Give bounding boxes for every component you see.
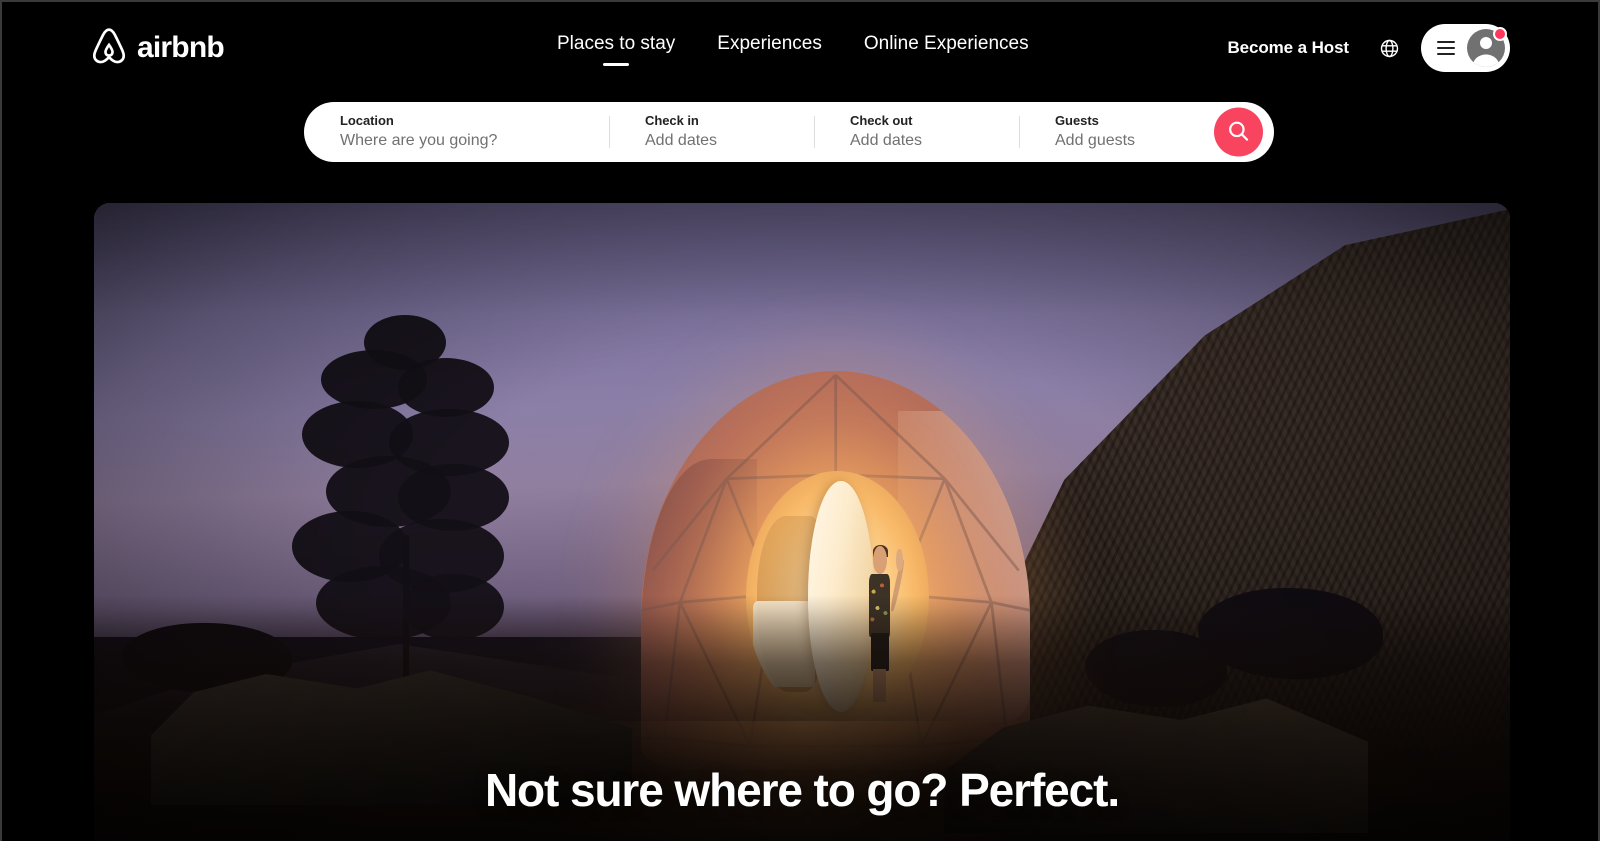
check-in-label: Check in — [645, 113, 699, 128]
airbnb-homepage: Not sure where to go? Perfect. I’m flexi… — [0, 0, 1600, 841]
search-input-location[interactable] — [340, 131, 596, 151]
user-menu-button[interactable] — [1421, 24, 1510, 72]
hero-content: Not sure where to go? Perfect. I’m flexi… — [94, 763, 1510, 841]
airbnb-bellhop-icon — [90, 27, 128, 67]
search-button[interactable] — [1214, 107, 1263, 157]
guests-label: Guests — [1055, 113, 1099, 128]
site-header: airbnb Places to stay Experiences Online… — [2, 2, 1598, 94]
hero-image: Not sure where to go? Perfect. I’m flexi… — [94, 203, 1510, 841]
nav-item-places-to-stay[interactable]: Places to stay — [557, 32, 675, 66]
avatar[interactable] — [1467, 27, 1507, 67]
hamburger-menu-icon[interactable] — [1437, 41, 1455, 55]
hero-title: Not sure where to go? Perfect. — [484, 764, 1120, 816]
notification-badge — [1493, 27, 1507, 41]
header-actions: Become a Host — [1227, 24, 1510, 72]
search-input-check-in[interactable] — [645, 131, 806, 151]
become-a-host-link[interactable]: Become a Host — [1227, 38, 1349, 58]
nav-item-experiences[interactable]: Experiences — [717, 32, 822, 66]
search-input-guests[interactable] — [1055, 131, 1211, 151]
search-field-check-in[interactable]: Check in — [609, 102, 814, 162]
search-field-check-out[interactable]: Check out — [814, 102, 1019, 162]
search-bar: Location Check in Check out Guests — [304, 102, 1274, 162]
hero-scene — [94, 203, 1510, 841]
logo-wordmark: airbnb — [137, 31, 225, 64]
nav-item-online-experiences[interactable]: Online Experiences — [864, 32, 1029, 66]
primary-nav: Places to stay Experiences Online Experi… — [557, 32, 1029, 66]
search-field-guests[interactable]: Guests — [1019, 102, 1219, 162]
airbnb-logo[interactable]: airbnb — [90, 27, 225, 67]
location-label: Location — [340, 113, 394, 128]
check-out-label: Check out — [850, 113, 913, 128]
globe-icon[interactable] — [1371, 30, 1407, 66]
search-magnifier-icon — [1228, 120, 1249, 144]
search-input-check-out[interactable] — [850, 131, 1011, 151]
search-field-location[interactable]: Location — [304, 102, 609, 162]
